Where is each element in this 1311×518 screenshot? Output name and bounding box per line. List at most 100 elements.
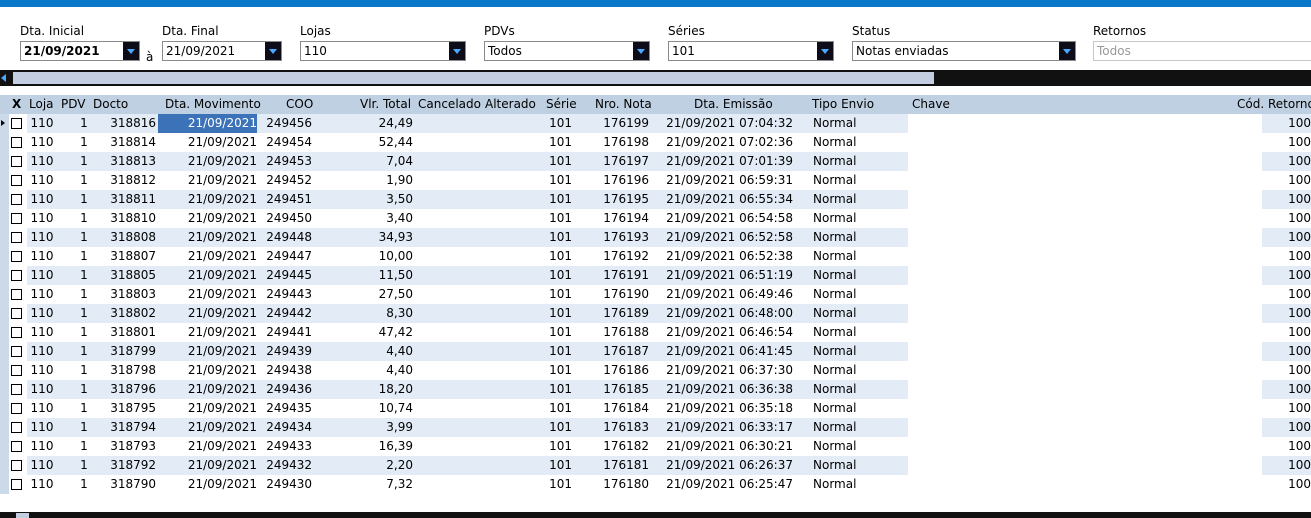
cell-tipo-envio[interactable]: Normal: [813, 304, 873, 323]
cell-pdv[interactable]: 1: [70, 171, 98, 190]
cell-tipo-envio[interactable]: Normal: [813, 171, 873, 190]
cell-cod-retorno[interactable]: 100: [1262, 418, 1311, 437]
cell-cod-retorno[interactable]: 100: [1262, 228, 1311, 247]
cell-docto[interactable]: 318813: [100, 152, 156, 171]
cell-tipo-envio[interactable]: Normal: [813, 399, 873, 418]
cell-vlr-total[interactable]: 3,99: [340, 418, 413, 437]
cell-tipo-envio[interactable]: Normal: [813, 247, 873, 266]
cell-coo[interactable]: 249445: [260, 266, 312, 285]
cell-docto[interactable]: 318803: [100, 285, 156, 304]
cell-loja[interactable]: 110: [27, 418, 57, 437]
row-checkbox[interactable]: [11, 422, 22, 433]
cell-cod-retorno[interactable]: 100: [1262, 399, 1311, 418]
col-docto[interactable]: Docto: [93, 95, 128, 114]
cell-loja[interactable]: 110: [27, 114, 57, 133]
cell-tipo-envio[interactable]: Normal: [813, 437, 873, 456]
cell-cod-retorno[interactable]: 100: [1262, 285, 1311, 304]
cell-dta-movimento[interactable]: 21/09/2021: [158, 437, 257, 456]
cell-pdv[interactable]: 1: [70, 304, 98, 323]
table-row[interactable]: 110 1 318810 21/09/2021 249450 3,40 101 176194 2…: [0, 209, 1311, 228]
cell-tipo-envio[interactable]: Normal: [813, 285, 873, 304]
chevron-down-icon[interactable]: [265, 42, 281, 60]
cell-dta-movimento[interactable]: 21/09/2021: [158, 399, 257, 418]
col-dta-emissao[interactable]: Dta. Emissão: [694, 95, 773, 114]
cell-docto[interactable]: 318814: [100, 133, 156, 152]
cell-serie[interactable]: 101: [537, 456, 572, 475]
cell-vlr-total[interactable]: 34,93: [340, 228, 413, 247]
row-checkbox[interactable]: [11, 441, 22, 452]
cell-cod-retorno[interactable]: 100: [1262, 152, 1311, 171]
table-row[interactable]: 110 1 318793 21/09/2021 249433 16,39 101 176182…: [0, 437, 1311, 456]
cell-serie[interactable]: 101: [537, 304, 572, 323]
cell-coo[interactable]: 249456: [260, 114, 312, 133]
cell-cod-retorno[interactable]: 100: [1262, 361, 1311, 380]
cell-dta-emissao[interactable]: 21/09/2021 06:41:45: [665, 342, 793, 361]
cell-docto[interactable]: 318790: [100, 475, 156, 494]
col-cancelado[interactable]: Cancelado: [418, 95, 481, 114]
row-indicator[interactable]: [0, 228, 9, 247]
row-indicator[interactable]: [0, 418, 9, 437]
row-indicator[interactable]: [0, 152, 9, 171]
cell-loja[interactable]: 110: [27, 380, 57, 399]
col-cod-retorno[interactable]: Cód. Retorno: [1237, 95, 1311, 114]
cell-vlr-total[interactable]: 18,20: [340, 380, 413, 399]
cell-tipo-envio[interactable]: Normal: [813, 228, 873, 247]
col-dta-movimento[interactable]: Dta. Movimento: [165, 95, 261, 114]
row-checkbox[interactable]: [11, 460, 22, 471]
cell-docto[interactable]: 318799: [100, 342, 156, 361]
table-row[interactable]: 110 1 318790 21/09/2021 249430 7,32 101 176180 2…: [0, 475, 1311, 494]
cell-dta-emissao[interactable]: 21/09/2021 06:52:58: [665, 228, 793, 247]
row-checkbox[interactable]: [11, 270, 22, 281]
col-select-all[interactable]: X: [12, 95, 21, 114]
row-checkbox[interactable]: [11, 156, 22, 167]
col-coo[interactable]: COO: [286, 95, 313, 114]
cell-vlr-total[interactable]: 16,39: [340, 437, 413, 456]
row-indicator[interactable]: [0, 304, 9, 323]
cell-pdv[interactable]: 1: [70, 456, 98, 475]
cell-dta-emissao[interactable]: 21/09/2021 06:48:00: [665, 304, 793, 323]
cell-vlr-total[interactable]: 3,40: [340, 209, 413, 228]
cell-serie[interactable]: 101: [537, 228, 572, 247]
cell-vlr-total[interactable]: 10,74: [340, 399, 413, 418]
retornos-select[interactable]: Todos: [1093, 41, 1311, 61]
chevron-down-icon[interactable]: [123, 42, 139, 60]
row-checkbox[interactable]: [11, 289, 22, 300]
cell-loja[interactable]: 110: [27, 361, 57, 380]
cell-dta-emissao[interactable]: 21/09/2021 06:55:34: [665, 190, 793, 209]
cell-dta-emissao[interactable]: 21/09/2021 06:54:58: [665, 209, 793, 228]
cell-dta-emissao[interactable]: 21/09/2021 06:46:54: [665, 323, 793, 342]
cell-serie[interactable]: 101: [537, 399, 572, 418]
table-row[interactable]: 110 1 318794 21/09/2021 249434 3,99 101 176183 2…: [0, 418, 1311, 437]
cell-docto[interactable]: 318810: [100, 209, 156, 228]
cell-pdv[interactable]: 1: [70, 152, 98, 171]
cell-nro-nota[interactable]: 176197: [590, 152, 649, 171]
row-checkbox[interactable]: [11, 346, 22, 357]
cell-nro-nota[interactable]: 176184: [590, 399, 649, 418]
cell-loja[interactable]: 110: [27, 133, 57, 152]
cell-coo[interactable]: 249454: [260, 133, 312, 152]
row-indicator[interactable]: [0, 323, 9, 342]
row-indicator[interactable]: [0, 171, 9, 190]
cell-pdv[interactable]: 1: [70, 228, 98, 247]
cell-tipo-envio[interactable]: Normal: [813, 342, 873, 361]
cell-dta-movimento[interactable]: 21/09/2021: [158, 266, 257, 285]
cell-coo[interactable]: 249447: [260, 247, 312, 266]
cell-pdv[interactable]: 1: [70, 190, 98, 209]
cell-cod-retorno[interactable]: 100: [1262, 171, 1311, 190]
cell-serie[interactable]: 101: [537, 437, 572, 456]
cell-dta-movimento[interactable]: 21/09/2021: [158, 285, 257, 304]
cell-dta-movimento[interactable]: 21/09/2021: [158, 171, 257, 190]
cell-coo[interactable]: 249436: [260, 380, 312, 399]
col-loja[interactable]: Loja: [29, 95, 54, 114]
cell-vlr-total[interactable]: 8,30: [340, 304, 413, 323]
chevron-down-icon[interactable]: [449, 42, 465, 60]
row-indicator[interactable]: [0, 475, 9, 494]
cell-docto[interactable]: 318807: [100, 247, 156, 266]
cell-serie[interactable]: 101: [537, 361, 572, 380]
cell-tipo-envio[interactable]: Normal: [813, 152, 873, 171]
cell-coo[interactable]: 249438: [260, 361, 312, 380]
cell-serie[interactable]: 101: [537, 418, 572, 437]
cell-pdv[interactable]: 1: [70, 418, 98, 437]
cell-cod-retorno[interactable]: 100: [1262, 475, 1311, 494]
row-checkbox[interactable]: [11, 308, 22, 319]
